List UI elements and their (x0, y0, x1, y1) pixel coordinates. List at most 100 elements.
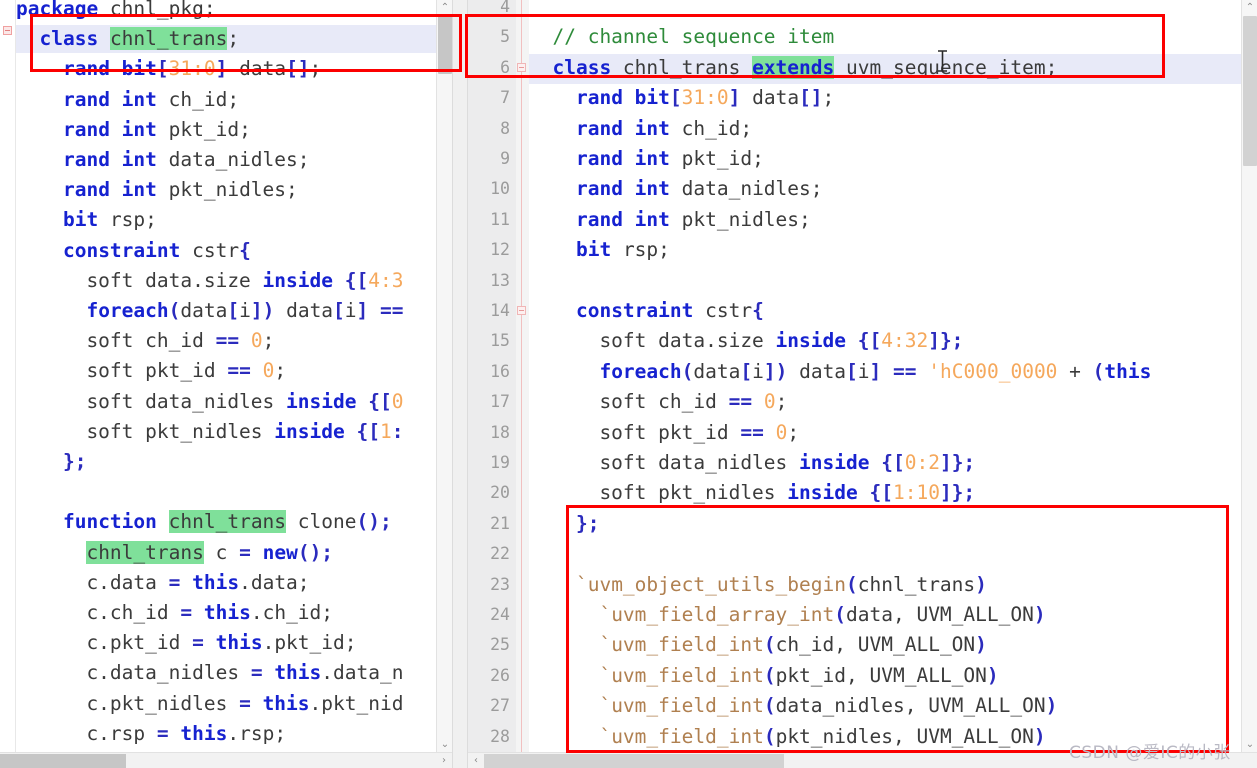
code-line[interactable]: soft data_nidles inside {[0 (16, 387, 403, 417)
code-token: chnl_trans (857, 572, 976, 596)
code-line[interactable]: soft data.size inside {[4:32]}; (529, 326, 963, 356)
code-token: rand int (62, 117, 157, 141)
code-line[interactable]: function chnl_trans clone(); (16, 507, 392, 537)
code-token: inside (274, 419, 345, 443)
code-line[interactable]: rand bit[31:0] data[]; (529, 83, 834, 113)
line-number: 15 (490, 331, 510, 351)
code-line[interactable]: `uvm_field_array_int(data, UVM_ALL_ON) (529, 600, 1046, 630)
code-line[interactable]: chnl_trans c = new(); (16, 538, 333, 568)
code-line[interactable]: c.ch_id = this.ch_id; (16, 598, 333, 628)
code-token: .rsp; (227, 721, 287, 745)
code-line[interactable]: constraint cstr{ (16, 236, 251, 266)
right-vscroll-thumb[interactable] (1243, 16, 1257, 166)
code-token: extends (752, 55, 835, 79)
code-line[interactable]: rand int data_nidles; (529, 174, 823, 204)
code-token: pkt_id; (669, 147, 764, 170)
code-line[interactable]: c.data = this.data; (16, 568, 309, 598)
left-hscroll-thumb[interactable] (0, 754, 126, 768)
scroll-down-arrow-icon[interactable]: ⌄ (437, 737, 453, 752)
code-line[interactable]: `uvm_field_int(pkt_id, UVM_ALL_ON) (529, 661, 998, 691)
code-token: c.data_nidles (16, 661, 251, 685)
scroll-down-arrow-icon[interactable]: ⌄ (1242, 737, 1257, 752)
code-line[interactable]: soft pkt_id == 0; (529, 418, 799, 448)
code-line[interactable]: soft pkt_id == 0; (16, 356, 286, 386)
code-line[interactable]: c.pkt_nidles = this.pkt_nid (16, 689, 403, 719)
scroll-left-arrow-icon[interactable]: ‹ (468, 753, 484, 768)
fold-marker-collapse[interactable] (517, 62, 526, 72)
left-vscroll-thumb[interactable] (438, 16, 452, 74)
right-hscroll-thumb[interactable] (484, 754, 784, 768)
code-line[interactable]: rand int data_nidles; (16, 145, 310, 175)
code-line[interactable]: soft ch_id == 0; (16, 326, 274, 356)
code-line[interactable]: rand int pkt_nidles; (16, 175, 298, 205)
scroll-right-arrow-icon[interactable]: › (436, 753, 452, 768)
code-line[interactable]: rand bit[31:0] data[]; (16, 54, 321, 84)
code-token: ; (787, 420, 800, 444)
code-line[interactable]: soft data_nidles inside {[0:2]}; (529, 448, 975, 478)
code-token: = (168, 570, 181, 594)
code-line[interactable]: rand int pkt_nidles; (529, 205, 811, 235)
code-line[interactable]: `uvm_object_utils_begin(chnl_trans) (529, 570, 987, 600)
code-line[interactable]: `uvm_field_int(ch_id, UVM_ALL_ON) (529, 630, 986, 660)
code-line[interactable]: c.data_nidles = this.data_n (16, 658, 403, 688)
code-line[interactable]: rand int ch_id; (16, 85, 239, 115)
code-token: 4:3 (368, 268, 404, 292)
left-vertical-scrollbar[interactable]: ⌃ ⌄ (436, 0, 452, 752)
scroll-up-arrow-icon[interactable]: ⌃ (1242, 0, 1257, 15)
code-token: ( (763, 694, 776, 718)
right-editor-pane[interactable]: 4 5 6 7 8 9 10 11 12 13 14 15 16 17 18 19 20 21 22 23 24 25 26… (468, 0, 1257, 768)
fold-marker-collapse[interactable] (517, 306, 526, 315)
code-token: constraint (575, 299, 694, 322)
code-line[interactable]: soft pkt_nidles inside {[1: (16, 417, 403, 447)
code-line[interactable]: }; (529, 509, 599, 539)
fold-marker-collapse[interactable] (3, 26, 12, 35)
code-line[interactable]: `uvm_field_int(pkt_nidles, UVM_ALL_ON) (529, 722, 1046, 752)
pane-splitter[interactable] (452, 0, 468, 768)
code-token: ) (1033, 603, 1046, 626)
code-token: // channel sequence item (552, 25, 835, 49)
code-line[interactable]: rand int pkt_id; (16, 115, 251, 145)
code-line[interactable]: foreach(data[i]) data[i] == 'hC000_0000 … (529, 357, 1151, 387)
code-line[interactable]: class chnl_trans extends uvm_sequence_it… (529, 53, 1057, 83)
code-token: ] (728, 86, 741, 110)
code-token: ) (1033, 724, 1046, 748)
code-line[interactable]: bit rsp; (529, 235, 670, 265)
code-line[interactable]: rand int pkt_id; (529, 144, 764, 174)
code-token: rand bit (575, 86, 670, 110)
code-line[interactable]: constraint cstr{ (529, 296, 764, 326)
code-line[interactable]: }; (16, 447, 86, 477)
code-line[interactable]: class chnl_trans; (16, 24, 239, 54)
code-token: this (1104, 359, 1152, 383)
left-horizontal-scrollbar[interactable]: › (0, 752, 452, 768)
code-line[interactable]: foreach(data[i]) data[i] == (16, 296, 403, 326)
code-line[interactable]: package chnl_pkg; (16, 0, 216, 24)
code-line[interactable]: soft ch_id == 0; (529, 387, 787, 417)
code-token: [ (669, 86, 682, 110)
code-line[interactable]: bit rsp; (16, 205, 157, 235)
code-line[interactable]: c.rsp = this.rsp; (16, 719, 286, 749)
code-line[interactable]: soft pkt_nidles inside {[1:10]}; (529, 478, 975, 508)
code-token: soft data.size (529, 329, 776, 353)
code-token: `uvm_field_array_int (599, 603, 835, 626)
code-token: 1:10 (892, 481, 940, 505)
code-line[interactable]: rand int ch_id; (529, 114, 752, 144)
code-line[interactable]: // channel sequence item (529, 22, 834, 52)
right-code-area[interactable]: // channel sequence item class chnl_tran… (529, 0, 1245, 752)
right-vertical-scrollbar[interactable]: ⌃ ⌄ (1241, 0, 1257, 752)
code-token: class (552, 55, 612, 79)
code-line[interactable]: `uvm_field_int(data_nidles, UVM_ALL_ON) (529, 691, 1057, 721)
code-token: c.data (16, 570, 169, 594)
left-code-area[interactable]: package chnl_pkg; class chnl_trans; rand… (16, 0, 436, 752)
code-line[interactable]: c.pkt_id = this.pkt_id; (16, 628, 356, 658)
left-editor-pane[interactable]: package chnl_pkg; class chnl_trans; rand… (0, 0, 468, 768)
scroll-up-arrow-icon[interactable]: ⌃ (437, 0, 453, 15)
code-line[interactable]: soft data.size inside {[4:3 (16, 266, 403, 296)
code-token: == (728, 390, 753, 414)
code-token: function (62, 510, 157, 534)
